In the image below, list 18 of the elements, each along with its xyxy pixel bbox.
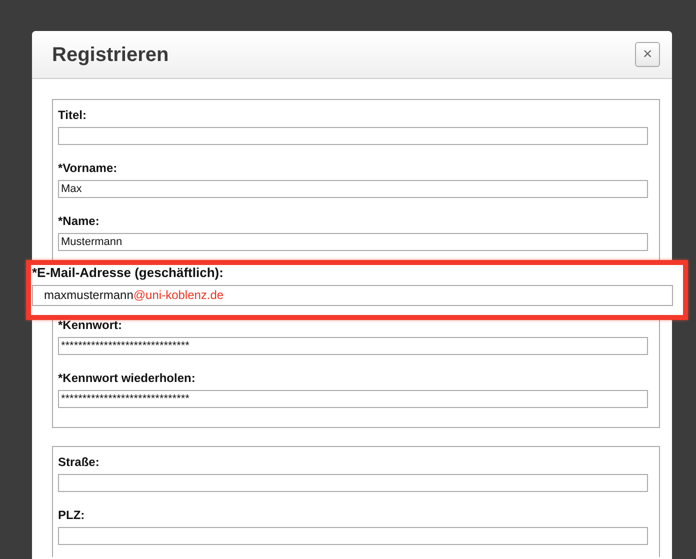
input-field[interactable]: Mustermann: [58, 233, 648, 251]
input-field[interactable]: [58, 527, 648, 545]
input-field[interactable]: [58, 474, 648, 492]
field-label: *Kennwort:: [58, 317, 123, 333]
field-label: PLZ:: [58, 507, 86, 523]
input-field[interactable]: Max: [58, 180, 648, 198]
input-field[interactable]: maxmustermann@uni-koblenz.de: [32, 285, 673, 306]
close-button[interactable]: ×: [635, 42, 660, 67]
field-label: *Vorname:: [58, 160, 118, 176]
field-label: Straße:: [58, 454, 100, 470]
input-field[interactable]: ******************************: [58, 390, 648, 408]
input-field[interactable]: [58, 127, 648, 145]
field-label: *Name:: [58, 213, 100, 229]
input-field[interactable]: ******************************: [58, 337, 648, 355]
field-label: *E-Mail-Adresse (geschäftlich):: [32, 265, 224, 281]
dialog-title: Registrieren: [52, 42, 169, 68]
field-label: *Kennwort wiederholen:: [58, 370, 196, 386]
field-label: Titel:: [58, 107, 88, 123]
